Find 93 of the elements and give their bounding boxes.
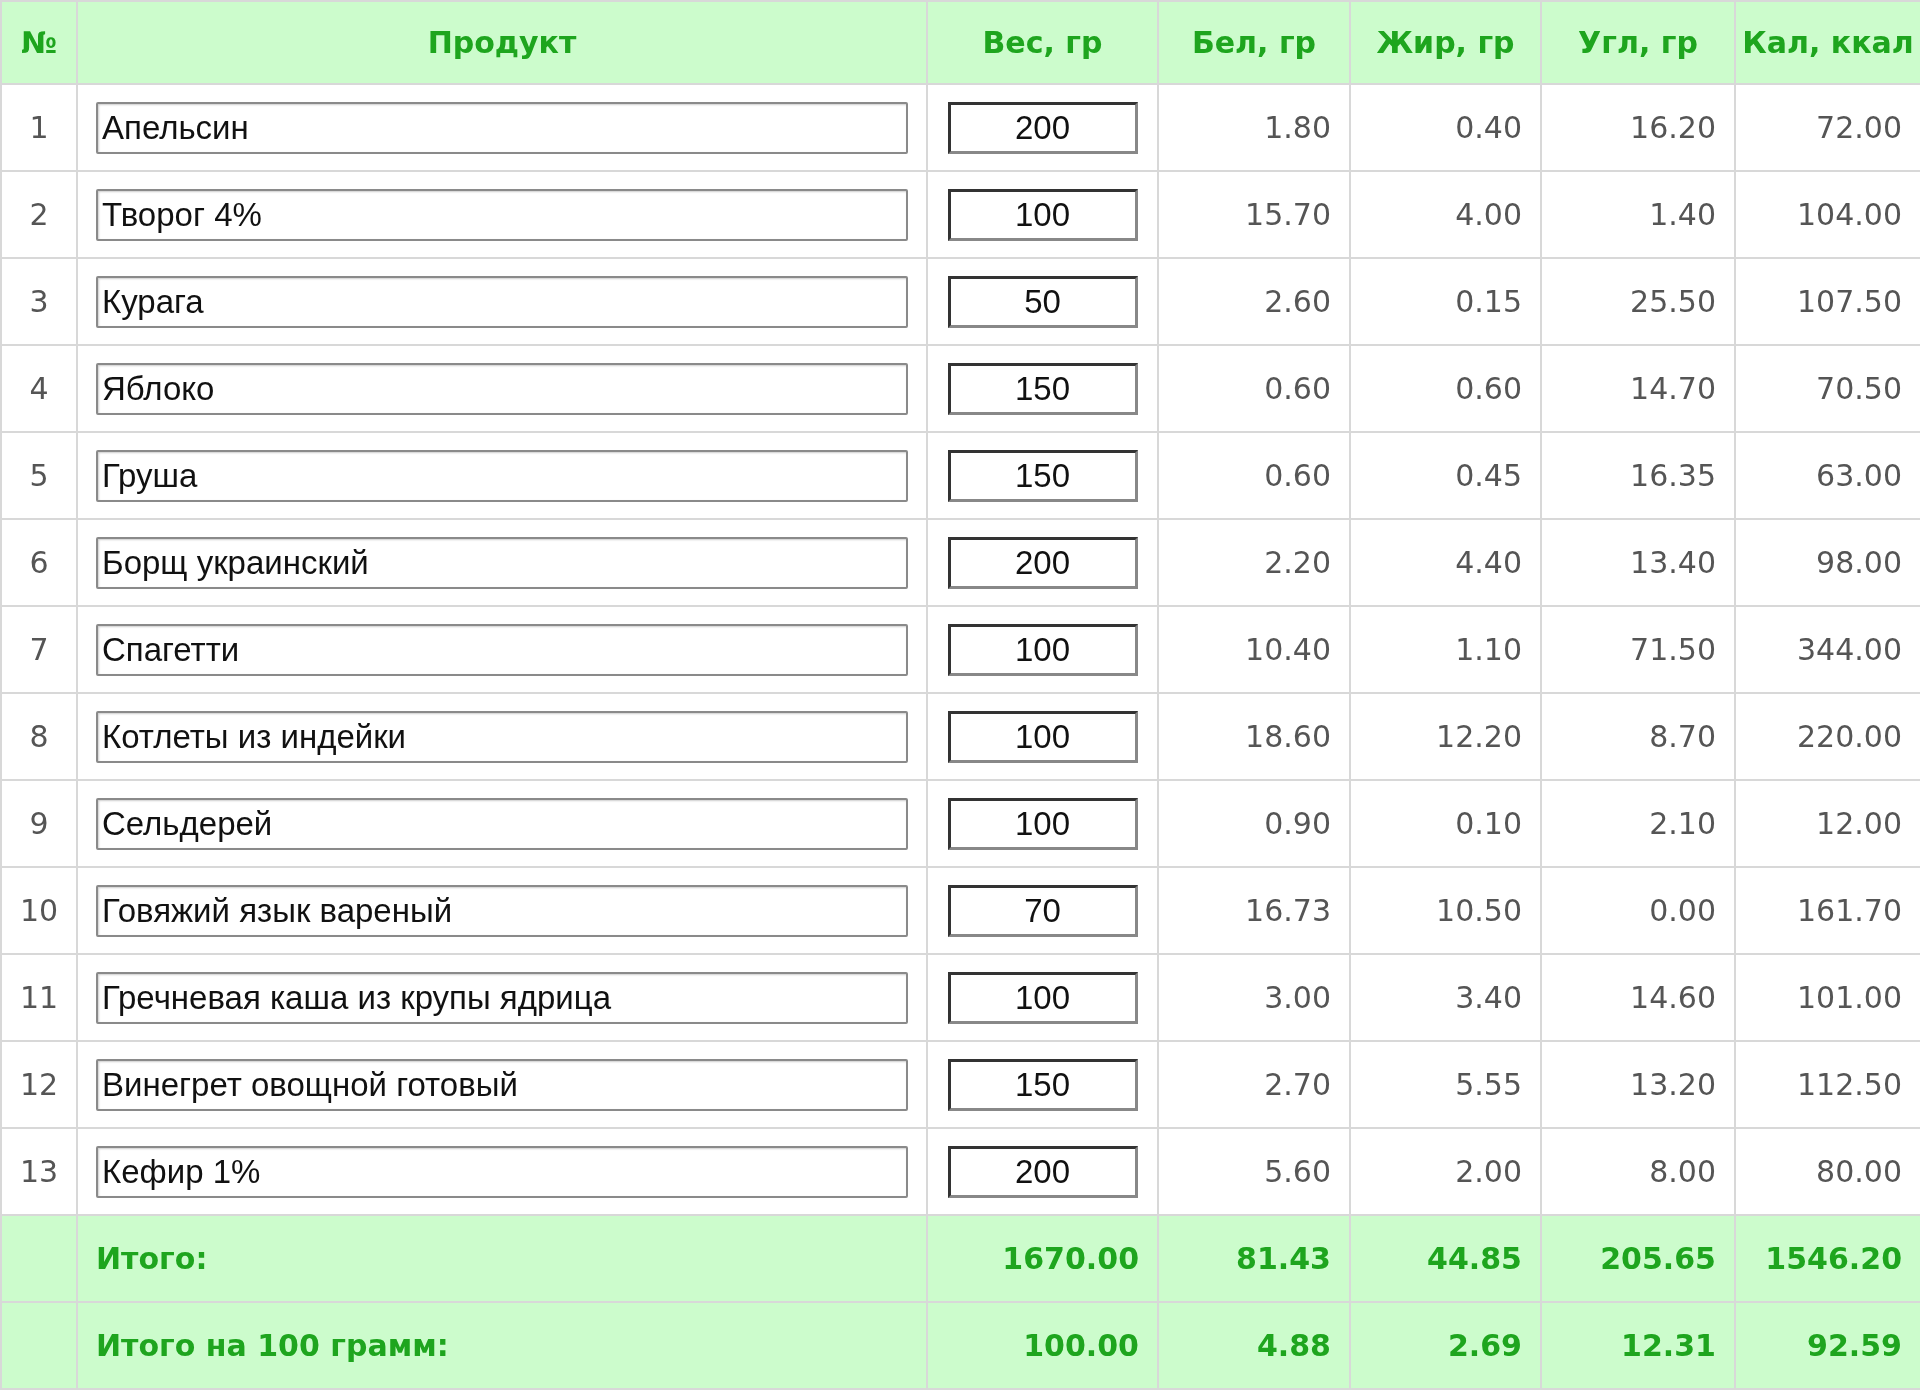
weight-field[interactable]: 200 [947,1145,1138,1198]
table-cell: 4.00 [1350,171,1541,258]
weight-field[interactable]: 150 [947,449,1138,502]
product-field[interactable]: Кефир 1% [96,1145,908,1198]
table-cell: 1.80 [1158,84,1350,171]
table-cell: 0.90 [1158,780,1350,867]
weight-field[interactable]: 50 [947,275,1138,328]
table-cell: 0.60 [1158,432,1350,519]
weight-field[interactable]: 200 [947,536,1138,589]
row-number: 11 [1,954,77,1041]
table-cell: 1.10 [1350,606,1541,693]
product-field[interactable]: Борщ украинский [96,536,908,589]
weight-field[interactable]: 100 [947,188,1138,241]
total-cell: 205.65 [1541,1215,1735,1302]
product-field[interactable]: Груша [96,449,908,502]
total-cell: 81.43 [1158,1215,1350,1302]
column-header: Вес, гр [927,1,1158,84]
table-cell: 14.70 [1541,345,1735,432]
table-cell: 15.70 [1158,171,1350,258]
total-cell: 1670.00 [927,1215,1158,1302]
table-cell: 2.60 [1158,258,1350,345]
table-cell: 71.50 [1541,606,1735,693]
table-cell: 8.70 [1541,693,1735,780]
product-field[interactable]: Винегрет овощной готовый [96,1058,908,1111]
column-header: Угл, гр [1541,1,1735,84]
table-cell: 16.20 [1541,84,1735,171]
table-cell: 18.60 [1158,693,1350,780]
product-field[interactable]: Гречневая каша из крупы ядрица [96,971,908,1024]
table-cell: 10.40 [1158,606,1350,693]
table-cell: 3.00 [1158,954,1350,1041]
table-cell: 0.00 [1541,867,1735,954]
table-cell: 0.60 [1350,345,1541,432]
weight-field[interactable]: 100 [947,623,1138,676]
table-cell: 13.40 [1541,519,1735,606]
weight-field[interactable]: 100 [947,971,1138,1024]
weight-field[interactable]: 150 [947,362,1138,415]
table-cell: 13.20 [1541,1041,1735,1128]
weight-field[interactable]: 150 [947,1058,1138,1111]
table-cell: 5.55 [1350,1041,1541,1128]
row-number: 4 [1,345,77,432]
product-field[interactable]: Сельдерей [96,797,908,850]
table-cell: 16.35 [1541,432,1735,519]
row-number: 8 [1,693,77,780]
product-field[interactable]: Котлеты из индейки [96,710,908,763]
table-cell: 14.60 [1541,954,1735,1041]
weight-field[interactable]: 100 [947,797,1138,850]
product-field[interactable]: Курага [96,275,908,328]
total-label: Итого: [77,1215,927,1302]
table-cell: 12.20 [1350,693,1541,780]
total-cell: 1546.20 [1735,1215,1920,1302]
column-header: Продукт [77,1,927,84]
table-cell: 2.10 [1541,780,1735,867]
table-cell: 2.70 [1158,1041,1350,1128]
row-number: 3 [1,258,77,345]
table-cell: 25.50 [1541,258,1735,345]
table-cell: 0.40 [1350,84,1541,171]
table-cell: 0.15 [1350,258,1541,345]
total-cell: 100.00 [927,1302,1158,1389]
table-cell: 4.40 [1350,519,1541,606]
row-number: 7 [1,606,77,693]
row-number: 10 [1,867,77,954]
total-cell: 2.69 [1350,1302,1541,1389]
row-number: 2 [1,171,77,258]
product-field[interactable]: Творог 4% [96,188,908,241]
row-number: 1 [1,84,77,171]
product-field[interactable]: Говяжий язык вареный [96,884,908,937]
table-cell: 3.40 [1350,954,1541,1041]
column-header: Бел, гр [1158,1,1350,84]
table-cell: 0.10 [1350,780,1541,867]
table-cell: 0.45 [1350,432,1541,519]
total-cell: 92.59 [1735,1302,1920,1389]
column-header: Кал, ккал [1735,1,1920,84]
product-field[interactable]: Спагетти [96,623,908,676]
total-cell: 44.85 [1350,1215,1541,1302]
total-label: Итого на 100 грамм: [77,1302,927,1389]
table-cell: 10.50 [1350,867,1541,954]
table-cell: 0.60 [1158,345,1350,432]
product-field[interactable]: Яблоко [96,362,908,415]
total-cell: 12.31 [1541,1302,1735,1389]
row-number: 5 [1,432,77,519]
column-header: № [1,1,77,84]
weight-field[interactable]: 200 [947,101,1138,154]
weight-field[interactable]: 70 [947,884,1138,937]
column-header: Жир, гр [1350,1,1541,84]
total-cell: 4.88 [1158,1302,1350,1389]
product-field[interactable]: Апельсин [96,101,908,154]
row-number: 12 [1,1041,77,1128]
table-cell: 16.73 [1158,867,1350,954]
weight-field[interactable]: 100 [947,710,1138,763]
row-number: 9 [1,780,77,867]
table-cell: 1.40 [1541,171,1735,258]
row-number: 6 [1,519,77,606]
table-cell: 2.20 [1158,519,1350,606]
